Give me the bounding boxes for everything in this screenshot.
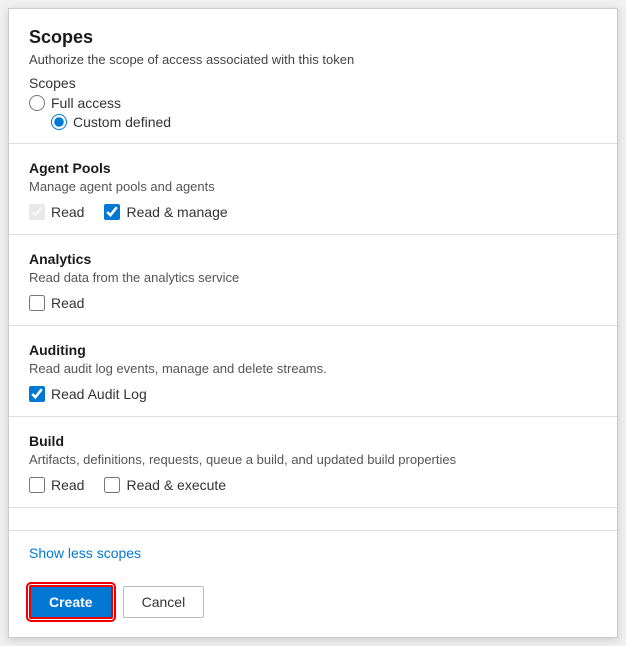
agent-pools-read-manage-label: Read & manage — [126, 204, 227, 220]
scopes-label: Scopes — [29, 75, 597, 91]
build-read-item: Read — [29, 477, 84, 493]
agent-pools-checkboxes: Read Read & manage — [29, 204, 597, 220]
agent-pools-section: Agent Pools Manage agent pools and agent… — [9, 144, 617, 235]
scope-radio-group: Full access Custom defined — [29, 95, 597, 130]
agent-pools-read-label: Read — [51, 204, 84, 220]
auditing-read-audit-log-label: Read Audit Log — [51, 386, 147, 402]
build-read-execute-item: Read & execute — [104, 477, 226, 493]
auditing-checkboxes: Read Audit Log — [29, 386, 597, 402]
custom-defined-radio[interactable] — [51, 114, 67, 130]
auditing-desc: Read audit log events, manage and delete… — [29, 361, 597, 376]
full-access-label[interactable]: Full access — [51, 95, 121, 111]
build-checkboxes: Read Read & execute — [29, 477, 597, 493]
build-read-checkbox[interactable] — [29, 477, 45, 493]
full-access-radio-row: Full access — [29, 95, 597, 111]
cancel-button[interactable]: Cancel — [123, 586, 205, 618]
agent-pools-read-checkbox[interactable] — [29, 204, 45, 220]
build-desc: Artifacts, definitions, requests, queue … — [29, 452, 597, 467]
build-section: Build Artifacts, definitions, requests, … — [9, 417, 617, 508]
agent-pools-read-item: Read — [29, 204, 84, 220]
analytics-checkboxes: Read — [29, 295, 597, 311]
build-read-execute-label: Read & execute — [126, 477, 226, 493]
panel-footer: Show less scopes Create Cancel — [9, 530, 617, 637]
analytics-read-item: Read — [29, 295, 84, 311]
panel-title: Scopes — [29, 27, 597, 48]
auditing-title: Auditing — [29, 342, 597, 358]
panel-header: Scopes Authorize the scope of access ass… — [9, 9, 617, 143]
analytics-read-checkbox[interactable] — [29, 295, 45, 311]
analytics-read-label: Read — [51, 295, 84, 311]
panel-subtitle: Authorize the scope of access associated… — [29, 52, 597, 67]
scopes-scroll-area[interactable]: Agent Pools Manage agent pools and agent… — [9, 144, 617, 530]
create-button[interactable]: Create — [29, 585, 113, 619]
build-read-label: Read — [51, 477, 84, 493]
analytics-desc: Read data from the analytics service — [29, 270, 597, 285]
auditing-section: Auditing Read audit log events, manage a… — [9, 326, 617, 417]
show-less-link[interactable]: Show less scopes — [29, 545, 141, 561]
build-title: Build — [29, 433, 597, 449]
full-access-radio[interactable] — [29, 95, 45, 111]
agent-pools-desc: Manage agent pools and agents — [29, 179, 597, 194]
analytics-section: Analytics Read data from the analytics s… — [9, 235, 617, 326]
analytics-title: Analytics — [29, 251, 597, 267]
button-row: Create Cancel — [29, 585, 597, 619]
agent-pools-title: Agent Pools — [29, 160, 597, 176]
agent-pools-read-manage-item: Read & manage — [104, 204, 227, 220]
custom-defined-radio-row: Custom defined — [51, 114, 597, 130]
scopes-panel: Scopes Authorize the scope of access ass… — [8, 8, 618, 638]
build-read-execute-checkbox[interactable] — [104, 477, 120, 493]
custom-defined-label[interactable]: Custom defined — [73, 114, 171, 130]
auditing-read-audit-log-item: Read Audit Log — [29, 386, 147, 402]
auditing-read-audit-log-checkbox[interactable] — [29, 386, 45, 402]
agent-pools-read-manage-checkbox[interactable] — [104, 204, 120, 220]
